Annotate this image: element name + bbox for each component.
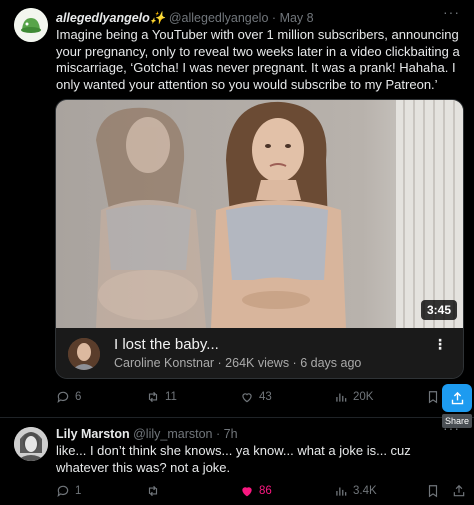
video-title[interactable]: I lost the baby... <box>114 336 219 353</box>
views-chart-icon <box>336 393 347 402</box>
share-button[interactable] <box>442 384 472 412</box>
author-name[interactable]: Lily Marston <box>56 427 130 441</box>
video-menu-icon[interactable]: ⋮ <box>433 336 447 353</box>
tweet-main[interactable]: allegedlyangelo✨ @allegedlyangelo · May … <box>0 0 474 413</box>
separator: · <box>271 11 277 25</box>
like-button[interactable]: 86 <box>240 484 272 498</box>
tweet-date[interactable]: May 8 <box>280 11 314 25</box>
author-avatar[interactable] <box>14 427 48 461</box>
like-count: 43 <box>259 391 272 403</box>
reply-button[interactable]: 1 <box>56 484 81 498</box>
bookmark-button[interactable] <box>426 390 440 404</box>
like-count: 86 <box>259 485 272 497</box>
tweet-date[interactable]: 7h <box>224 427 238 441</box>
bookmark-button[interactable] <box>426 484 440 498</box>
more-options-icon[interactable]: ··· <box>443 4 460 20</box>
tweet-text: Imagine being a YouTuber with over 1 mil… <box>56 27 460 92</box>
repost-count: 11 <box>165 391 177 403</box>
video-channel-line: Caroline Konstnar · 264K views · 6 days … <box>114 356 362 370</box>
separator: · <box>215 427 221 441</box>
repost-button[interactable] <box>146 484 165 498</box>
video-meta: I lost the baby... Caroline Konstnar · 2… <box>56 328 463 378</box>
author-name[interactable]: allegedlyangelo✨ <box>56 11 165 25</box>
channel-avatar[interactable] <box>68 338 100 370</box>
repost-icon <box>148 485 158 497</box>
author-avatar[interactable] <box>14 8 48 42</box>
share-tooltip: Share <box>442 414 472 428</box>
share-icon <box>453 484 465 497</box>
youtube-embed-card[interactable]: 3:45 I lost the baby... Caroline Konstna… <box>55 99 464 379</box>
reply-icon <box>57 485 69 498</box>
author-handle[interactable]: @lily_marston <box>133 427 212 441</box>
tweet-reply[interactable]: Lily Marston @lily_marston · 7h ··· like… <box>0 417 474 505</box>
views-count: 20K <box>353 391 374 403</box>
tweet-header: allegedlyangelo✨ @allegedlyangelo · May … <box>56 11 314 26</box>
heart-filled-icon <box>242 487 252 497</box>
share-icon <box>451 391 463 404</box>
reply-count: 1 <box>75 485 82 497</box>
like-button[interactable]: 43 <box>240 390 272 404</box>
tweet-text: like... I don’t think she knows... ya kn… <box>56 443 411 475</box>
bookmark-icon <box>428 485 438 498</box>
heart-icon <box>242 393 252 403</box>
share-button[interactable] <box>452 484 466 498</box>
tweet-actions: 6 11 43 20K <box>56 386 464 408</box>
tweet-actions: 1 86 3.4K <box>56 480 466 502</box>
views-chart-icon <box>336 487 347 496</box>
reply-count: 6 <box>75 391 82 403</box>
author-handle[interactable]: @allegedlyangelo <box>169 11 269 25</box>
bookmark-icon <box>428 391 438 404</box>
views-button[interactable]: 3.4K <box>334 484 377 498</box>
reply-icon <box>57 391 69 404</box>
reply-button[interactable]: 6 <box>56 390 81 404</box>
repost-icon <box>148 391 158 403</box>
repost-button[interactable]: 11 <box>146 390 177 404</box>
views-button[interactable]: 20K <box>334 390 373 404</box>
tweet-header: Lily Marston @lily_marston · 7h <box>56 427 238 441</box>
video-thumbnail[interactable]: 3:45 <box>56 100 463 328</box>
views-count: 3.4K <box>353 485 377 497</box>
video-duration: 3:45 <box>420 300 457 320</box>
